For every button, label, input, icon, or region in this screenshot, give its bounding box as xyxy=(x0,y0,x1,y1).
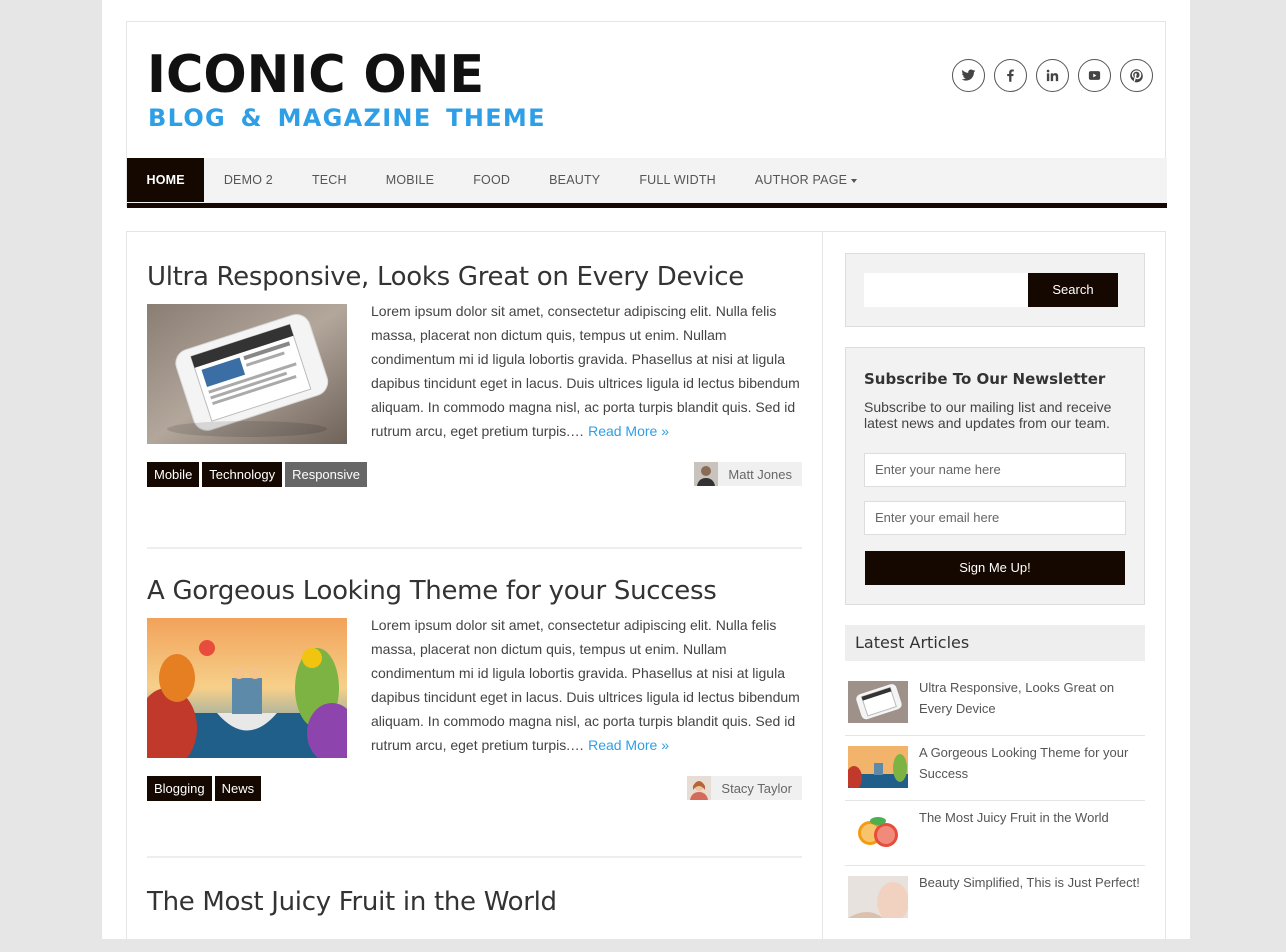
post-list: Ultra Responsive, Looks Great on Every D… xyxy=(127,232,823,952)
author-avatar xyxy=(687,776,712,800)
post-card: Ultra Responsive, Looks Great on Every D… xyxy=(147,262,802,487)
post-excerpt-text: Lorem ipsum dolor sit amet, consectetur … xyxy=(371,303,800,439)
latest-thumbnail[interactable] xyxy=(848,876,908,918)
newsletter-title: Subscribe To Our Newsletter xyxy=(864,370,1106,388)
main-area: Ultra Responsive, Looks Great on Every D… xyxy=(126,231,1166,952)
tag-responsive[interactable]: Responsive xyxy=(285,462,368,487)
site-logo-subtitle[interactable]: BLOG & MAGAZINE THEME xyxy=(148,104,546,132)
post-divider xyxy=(147,547,802,549)
nav-item-home[interactable]: HOME xyxy=(127,158,205,202)
latest-thumbnail[interactable] xyxy=(848,811,908,853)
nav-item-mobile[interactable]: MOBILE xyxy=(366,158,453,202)
list-item[interactable]: The Most Juicy Fruit in the World xyxy=(845,801,1145,866)
page: ICONIC ONE BLOG & MAGAZINE THEME HOME DE… xyxy=(102,0,1190,952)
post-title[interactable]: A Gorgeous Looking Theme for your Succes… xyxy=(147,576,802,606)
post-title[interactable]: The Most Juicy Fruit in the World xyxy=(147,887,802,917)
post-card: A Gorgeous Looking Theme for your Succes… xyxy=(147,576,802,801)
nav-item-demo-2[interactable]: DEMO 2 xyxy=(204,158,292,202)
search-button[interactable]: Search xyxy=(1028,273,1118,307)
post-card: The Most Juicy Fruit in the World xyxy=(147,887,802,917)
nav-item-tech[interactable]: TECH xyxy=(292,158,366,202)
nav-item-beauty[interactable]: BEAUTY xyxy=(530,158,620,202)
linkedin-icon[interactable] xyxy=(1036,59,1069,92)
nav-item-author-page-label: AUTHOR PAGE xyxy=(754,173,848,187)
read-more-link[interactable]: Read More » xyxy=(588,737,669,753)
search-input[interactable] xyxy=(864,273,1029,307)
site-header: ICONIC ONE BLOG & MAGAZINE THEME HOME DE… xyxy=(126,21,1167,208)
post-author[interactable]: Stacy Taylor xyxy=(687,776,802,800)
sidebar: Search Subscribe To Our Newsletter Subsc… xyxy=(845,253,1145,931)
name-field[interactable]: Enter your name here xyxy=(864,453,1126,487)
tag-mobile[interactable]: Mobile xyxy=(147,462,200,487)
social-links xyxy=(952,59,1153,92)
nav-item-full-width[interactable]: FULL WIDTH xyxy=(620,158,736,202)
latest-article-title[interactable]: The Most Juicy Fruit in the World xyxy=(919,807,1149,828)
latest-articles-list: Ultra Responsive, Looks Great on Every D… xyxy=(845,671,1145,931)
post-divider xyxy=(147,856,802,858)
nav-item-author-page[interactable]: AUTHOR PAGE xyxy=(735,158,876,202)
latest-article-title[interactable]: A Gorgeous Looking Theme for your Succes… xyxy=(919,742,1149,784)
post-author[interactable]: Matt Jones xyxy=(694,462,802,486)
latest-article-title[interactable]: Ultra Responsive, Looks Great on Every D… xyxy=(919,677,1149,719)
post-title[interactable]: Ultra Responsive, Looks Great on Every D… xyxy=(147,262,802,292)
tag-blogging[interactable]: Blogging xyxy=(147,776,212,801)
tag-news[interactable]: News xyxy=(214,776,262,801)
post-excerpt: Lorem ipsum dolor sit amet, consectetur … xyxy=(371,299,803,443)
post-tags: Blogging News xyxy=(147,776,262,801)
main-nav: HOME DEMO 2 TECH MOBILE FOOD BEAUTY FULL… xyxy=(127,158,1167,208)
newsletter-text: Subscribe to our mailing list and receiv… xyxy=(864,399,1112,431)
sign-up-button[interactable]: Sign Me Up! xyxy=(865,551,1125,585)
pinterest-icon[interactable] xyxy=(1120,59,1153,92)
newsletter-widget: Subscribe To Our Newsletter Subscribe to… xyxy=(845,347,1145,605)
list-item[interactable]: A Gorgeous Looking Theme for your Succes… xyxy=(845,736,1145,801)
latest-thumbnail[interactable] xyxy=(848,746,908,788)
read-more-link[interactable]: Read More » xyxy=(588,423,669,439)
latest-thumbnail[interactable] xyxy=(848,681,908,723)
site-logo-title[interactable]: ICONIC ONE xyxy=(147,47,484,103)
post-thumbnail-cartoon[interactable] xyxy=(147,618,347,758)
author-name: Stacy Taylor xyxy=(721,780,792,796)
nav-item-food[interactable]: FOOD xyxy=(454,158,530,202)
post-excerpt-text: Lorem ipsum dolor sit amet, consectetur … xyxy=(371,617,800,753)
author-name: Matt Jones xyxy=(728,466,792,482)
twitter-icon[interactable] xyxy=(952,59,985,92)
youtube-icon[interactable] xyxy=(1078,59,1111,92)
facebook-icon[interactable] xyxy=(994,59,1027,92)
latest-article-title[interactable]: Beauty Simplified, This is Just Perfect! xyxy=(919,872,1149,893)
caret-down-icon xyxy=(851,178,858,183)
email-field[interactable]: Enter your email here xyxy=(864,501,1126,535)
post-thumbnail-phone[interactable] xyxy=(147,304,347,444)
tag-technology[interactable]: Technology xyxy=(202,462,283,487)
list-item[interactable]: Beauty Simplified, This is Just Perfect! xyxy=(845,866,1145,931)
list-item[interactable]: Ultra Responsive, Looks Great on Every D… xyxy=(845,671,1145,736)
post-tags: Mobile Technology Responsive xyxy=(147,462,368,487)
post-excerpt: Lorem ipsum dolor sit amet, consectetur … xyxy=(371,613,803,757)
search-widget: Search xyxy=(845,253,1145,327)
author-avatar xyxy=(694,462,719,486)
latest-articles-heading: Latest Articles xyxy=(845,625,1145,661)
